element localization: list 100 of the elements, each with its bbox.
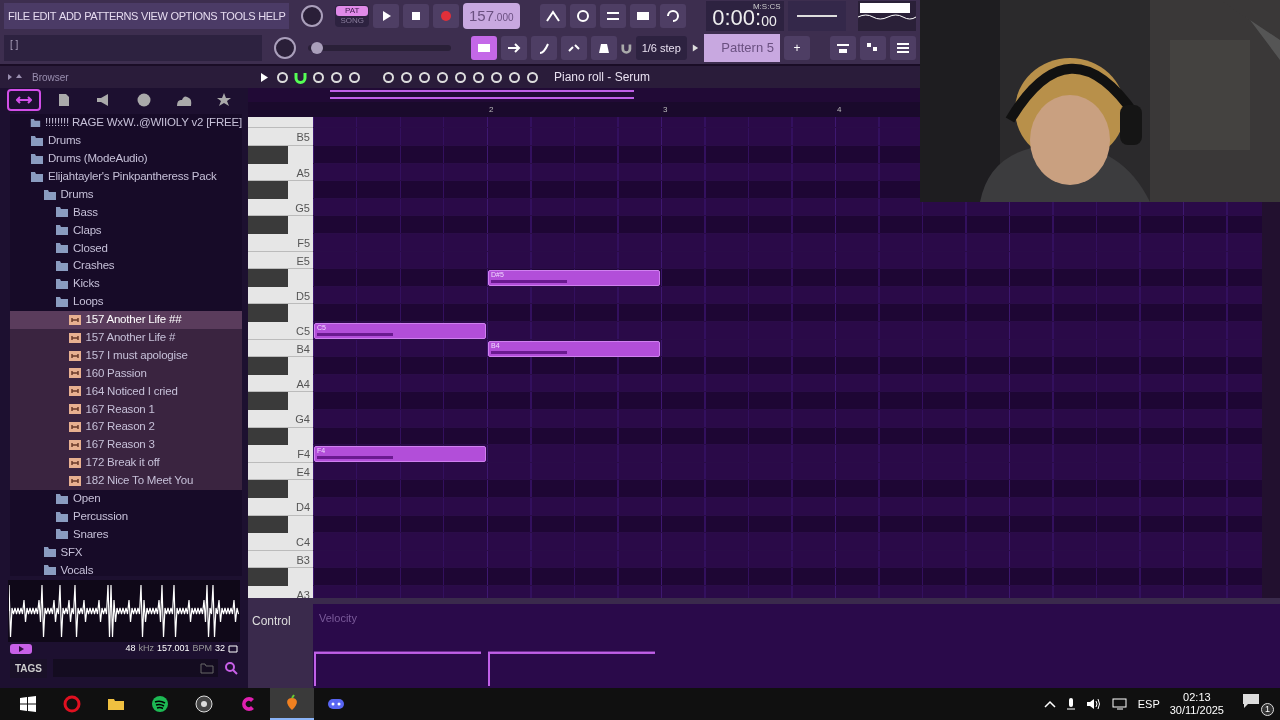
play-button[interactable] [373,4,399,28]
tree-item[interactable]: Percussion [10,507,242,526]
key-label: C5 [295,324,310,339]
scrollbar-thumb[interactable] [330,90,634,99]
tree-item[interactable]: Kicks [10,275,242,293]
tree-item[interactable]: 167 Reason 3 [10,436,242,454]
browser-tab[interactable] [7,89,41,111]
notification-count: 1 [1261,703,1274,716]
menu-item[interactable]: FILE [8,7,30,25]
ring-button[interactable] [569,4,596,28]
tree-item[interactable]: Drums (ModeAudio) [10,149,242,168]
velocity-label: Velocity [319,611,357,627]
key-label: F5 [297,236,310,251]
windows-icon[interactable] [19,695,37,713]
piano-key[interactable]: C4 [248,533,313,551]
stop-button[interactable] [403,4,429,28]
play-arrow-icon[interactable] [258,70,271,84]
menu-item[interactable]: ADD [59,7,82,25]
menu-item[interactable]: HELP [258,7,286,25]
volume-icon[interactable] [1085,697,1102,711]
piano-key[interactable]: F5 [248,234,313,252]
clock-date[interactable]: 30/11/2025 [1169,704,1224,717]
lines-icon [604,9,621,23]
tree-item[interactable]: Closed [10,239,242,258]
language-indicator[interactable]: ESP [1137,695,1160,713]
menu-item[interactable]: EDIT [32,7,57,25]
key-label: D4 [295,499,310,515]
key-label: A3 [296,587,310,599]
magnet-icon[interactable] [620,42,632,54]
tree-item[interactable]: Vocals [10,561,242,576]
tree-item[interactable]: !!!!!!!! RAGE WxW..@WIIOLY v2 [FREE] [10,114,242,132]
tree-item[interactable]: Bass [10,203,242,222]
list-button[interactable] [890,36,916,60]
tree-item[interactable]: Open [10,489,242,508]
bit-depth: 32 [215,642,225,655]
bpm-unit: BPM [192,642,212,655]
block-button[interactable] [629,4,656,28]
taskbar-button[interactable] [270,688,314,720]
menu-item[interactable]: PATTERNS [84,7,138,25]
tree-item[interactable]: 164 Noticed I cried [10,382,242,401]
loop-button[interactable] [659,4,686,28]
tree-item[interactable]: Snares [10,525,242,544]
mode-toggle[interactable]: PAT [336,6,368,16]
network-icon[interactable] [1111,697,1128,711]
tree-item[interactable]: Claps [10,221,242,240]
tree-item[interactable]: Crashes [10,257,242,275]
add-pattern-button[interactable]: + [784,36,810,60]
menu-item[interactable]: VIEW [141,7,168,25]
hat-button[interactable] [590,36,617,60]
crescent-icon [239,695,257,713]
knob[interactable] [274,37,296,59]
clock-time[interactable]: 02:13 [1169,691,1224,704]
folder-icon [42,545,57,560]
sample-rate-unit: kHz [138,642,154,655]
key-label: C4 [295,535,310,551]
menu-item[interactable]: OPTIONS [170,7,218,25]
playlist-button[interactable] [470,36,497,60]
magnet-icon[interactable] [294,70,307,84]
tags-field[interactable] [53,659,218,677]
knob[interactable] [301,5,324,27]
snap-selector[interactable]: 1/6 step [635,35,687,61]
cloud-icon [176,93,192,107]
sample-icon [67,312,82,327]
cable-button[interactable] [530,36,557,60]
chevron-up-icon[interactable] [1043,700,1056,708]
search-icon[interactable] [224,661,238,675]
folder-icon [55,223,69,238]
sample-icon [67,420,82,435]
mixer-button[interactable] [830,36,856,60]
message-icon[interactable] [1242,693,1260,710]
key-label: F4 [297,447,310,463]
line-icon [796,14,837,18]
tree-item[interactable]: 167 Reason 1 [10,400,242,419]
play-arrow-icon[interactable] [690,42,700,54]
folder-icon [55,509,69,524]
tree-item[interactable]: Elijahtayler's Pinkpantheress Pack [10,167,242,186]
microphone-icon[interactable] [1065,697,1076,711]
mode-toggle[interactable]: SONG [336,16,368,26]
metronome-button[interactable] [539,4,566,28]
tree-item[interactable]: Drums [10,185,242,204]
tree-item[interactable]: 157 Another Life ## [10,310,242,329]
tree-item[interactable]: Loops [10,292,242,311]
tempo-display[interactable]: 157.000 [463,2,520,30]
preview-play-icon[interactable] [10,643,32,654]
piano-key[interactable]: F4 [248,445,313,463]
menu-item[interactable]: TOOLS [220,7,256,25]
piano-key[interactable]: B5 [248,128,313,147]
key-label: B4 [296,341,310,357]
bar-number: 4 [837,103,842,116]
tree-item[interactable]: SFX [10,543,242,562]
lines-button[interactable] [599,4,626,28]
sample-icon [67,384,82,399]
tree-item[interactable]: Drums [10,131,242,150]
tree-item[interactable]: 167 Reason 2 [10,418,242,437]
mixer-icon [835,41,851,55]
key-label: A4 [296,376,310,392]
steps-button[interactable] [860,36,886,60]
arrow-button[interactable] [500,36,527,60]
tree-item[interactable]: 160 Passion [10,364,242,383]
slider-thumb[interactable] [311,42,324,54]
